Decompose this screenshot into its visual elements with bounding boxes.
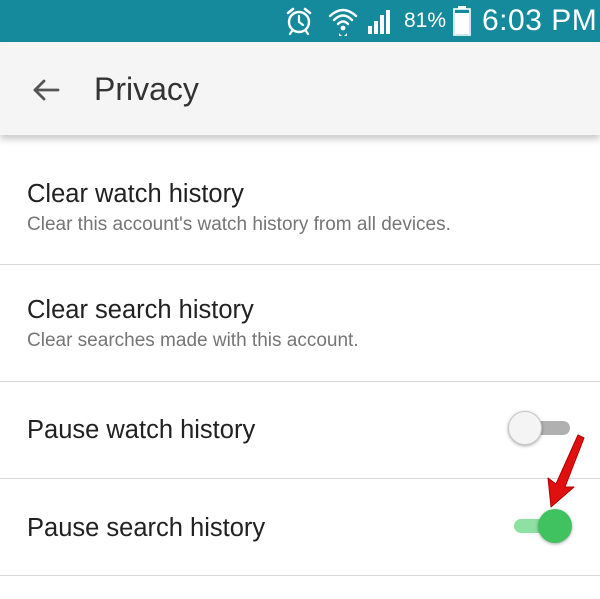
setting-title: Pause search history <box>27 514 266 542</box>
setting-title: Clear watch history <box>27 180 244 208</box>
arrow-left-icon <box>33 79 60 101</box>
page-title: Privacy <box>94 71 199 107</box>
red-arrow-annotation-icon <box>547 434 585 508</box>
setting-subtitle: Clear searches made with this account. <box>27 330 359 351</box>
wifi-icon <box>328 8 358 36</box>
toggle-thumb <box>538 509 572 543</box>
back-button[interactable] <box>22 66 70 114</box>
app-bar: Privacy <box>0 42 600 135</box>
setting-pause-search-history[interactable]: Pause search history <box>0 479 600 576</box>
setting-clear-search-history[interactable]: Clear search history Clear searches made… <box>0 265 600 382</box>
status-bar: 81% 6:03 PM <box>0 0 600 42</box>
settings-list: Clear watch history Clear this account's… <box>0 135 600 599</box>
alarm-icon <box>286 7 312 36</box>
setting-subtitle: Clear this account's watch history from … <box>27 214 451 235</box>
battery-icon <box>453 6 471 36</box>
battery-percent: 81% <box>404 9 447 32</box>
signal-icon <box>368 10 390 34</box>
setting-clear-watch-history[interactable]: Clear watch history Clear this account's… <box>0 135 600 265</box>
setting-pause-watch-history[interactable]: Pause watch history <box>0 382 600 479</box>
clock-time: 6:03 PM <box>482 4 598 37</box>
setting-title: Pause watch history <box>27 416 256 444</box>
toggle-thumb <box>508 411 542 445</box>
setting-title: Clear search history <box>27 296 254 324</box>
pause-search-history-toggle[interactable] <box>508 507 572 545</box>
